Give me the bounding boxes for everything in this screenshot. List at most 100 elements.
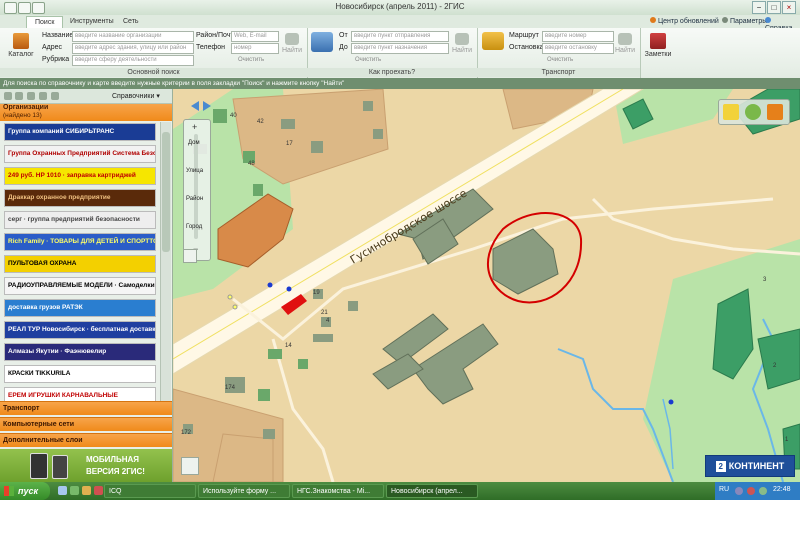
ad-banner[interactable]: Алмазы Якутии · Фаэнювелир	[4, 343, 156, 361]
binoculars-icon	[455, 33, 469, 45]
ad-list-scrollbar[interactable]	[160, 122, 171, 407]
ribbon-tabs: Поиск Инструменты Сеть Центр обновлений …	[0, 15, 800, 32]
quicklaunch-icon[interactable]	[70, 486, 79, 495]
notes-button[interactable]: Заметки	[644, 31, 672, 58]
building-small	[373, 129, 383, 139]
windows-logo-icon	[4, 486, 14, 496]
find-transport-button[interactable]: Найти	[613, 31, 637, 54]
route-from-input[interactable]: введите пункт отправления	[351, 31, 449, 42]
zoom-level-house[interactable]: Дом	[188, 140, 200, 146]
zoom-level-street[interactable]: Улица	[186, 168, 203, 174]
phone-input[interactable]: номер	[231, 43, 279, 54]
hint-strip: Для поиска по справочнику и карте введит…	[0, 78, 800, 89]
directories-dropdown-label: Справочники	[112, 93, 155, 100]
find-button[interactable]: Найти	[280, 31, 304, 54]
marker-icon	[232, 304, 238, 310]
settings-link[interactable]: Параметры	[722, 17, 767, 25]
map-center-icon[interactable]	[181, 457, 199, 475]
route-number-input[interactable]: введите номер	[542, 31, 614, 42]
ad-banner[interactable]: Группа Охранных Предприятий Система Безо…	[4, 145, 156, 163]
phones-icon	[30, 453, 48, 479]
tab-network[interactable]: Сеть	[115, 16, 147, 28]
start-button[interactable]: пуск	[0, 482, 50, 500]
layers-icon[interactable]	[767, 104, 783, 120]
forward-icon[interactable]	[15, 92, 23, 100]
address-input[interactable]: введите адрес здания, улицу или район	[72, 43, 194, 54]
stop-input[interactable]: введите остановку	[542, 43, 614, 54]
search-magnifier-icon[interactable]	[183, 249, 197, 263]
arrow-right-icon[interactable]	[203, 101, 211, 111]
gear-icon	[722, 17, 728, 23]
task-browser[interactable]: Используйте форму ...	[198, 484, 290, 498]
map-canvas[interactable]: Гусинобродское шоссе 40 42 17 48 19 21 4…	[173, 89, 800, 482]
map-nav-arrows[interactable]	[191, 101, 211, 113]
ad-banner[interactable]: ПУЛЬТОВАЯ ОХРАНА	[4, 255, 156, 273]
zoom-in-icon[interactable]: +	[192, 122, 197, 132]
organizations-header[interactable]: Организации (найдено 13)	[0, 104, 172, 121]
quicklaunch-icon[interactable]	[58, 486, 67, 495]
web-input[interactable]: Web, E-mail	[231, 31, 279, 42]
ad-banner[interactable]: РАДИОУПРАВЛЯЕМЫЕ МОДЕЛИ · Самоделкин	[4, 277, 156, 295]
building-small	[263, 429, 275, 439]
tab-tools[interactable]: Инструменты	[62, 16, 122, 28]
taskbar: пуск ICQ Используйте форму ... НГС.Знако…	[0, 482, 800, 500]
directories-dropdown[interactable]: Справочники ▾	[112, 92, 160, 100]
ad-banner[interactable]: Группа компаний СИБИРЬТРАНС	[4, 123, 156, 141]
clear-transport-button[interactable]: Очистить	[547, 57, 573, 63]
find-route-button[interactable]: Найти	[450, 31, 474, 54]
scrollbar-thumb[interactable]	[162, 132, 170, 252]
task-icq[interactable]: ICQ	[104, 484, 196, 498]
task-ngs[interactable]: НГС.Знакомства - Mi...	[292, 484, 384, 498]
tray-icon[interactable]	[735, 487, 743, 495]
close-button[interactable]: ×	[782, 1, 796, 14]
ruler-icon[interactable]	[723, 104, 739, 120]
building-number: 21	[321, 310, 328, 316]
maximize-button[interactable]: □	[767, 1, 781, 14]
map-view[interactable]: Гусинобродское шоссе 40 42 17 48 19 21 4…	[173, 89, 800, 482]
updates-link[interactable]: Центр обновлений	[650, 17, 719, 25]
ad-banner[interactable]: 249 руб. HP 1010 · заправка картриджей	[4, 167, 156, 185]
ad-banner[interactable]: доставка грузов РАТЭК	[4, 299, 156, 317]
name-input[interactable]: введите название организации	[72, 31, 194, 42]
clear-route-button[interactable]: Очистить	[355, 57, 381, 63]
language-indicator[interactable]: RU	[719, 486, 729, 493]
building-small	[253, 184, 263, 196]
transport-group-label: Транспорт	[477, 68, 640, 77]
section-computer-networks[interactable]: Компьютерные сети	[0, 417, 172, 431]
back-icon[interactable]	[4, 92, 12, 100]
ad-banner[interactable]: серг · группа предприятий безопасности	[4, 211, 156, 229]
mobile-version-banner[interactable]: МОБИЛЬНАЯ ВЕРСИЯ 2ГИС!	[0, 449, 172, 482]
ad-banner[interactable]: РЕАЛ ТУР Новосибирск · бесплатная достав…	[4, 321, 156, 339]
save-icon[interactable]	[51, 92, 59, 100]
ad-banner[interactable]: Драккар охранное предприятие	[4, 189, 156, 207]
arrow-left-icon[interactable]	[191, 101, 199, 111]
home-icon[interactable]	[27, 92, 35, 100]
quicklaunch-icon[interactable]	[94, 486, 103, 495]
zoom-level-city[interactable]: Город	[186, 224, 202, 230]
continent-brand-mark: 2	[715, 461, 726, 472]
ribbon: Каталог Название Адрес Рубрика введите н…	[0, 28, 800, 79]
building-number: 172	[181, 430, 192, 436]
section-extra-layers[interactable]: Дополнительные слои	[0, 433, 172, 447]
tray-icon[interactable]	[759, 487, 767, 495]
section-transport[interactable]: Транспорт	[0, 401, 172, 415]
quicklaunch-icon[interactable]	[82, 486, 91, 495]
tray-icon[interactable]	[747, 487, 755, 495]
zoom-level-district[interactable]: Район	[186, 196, 203, 202]
minimize-button[interactable]: −	[752, 1, 766, 14]
clear-search-button[interactable]: Очистить	[238, 57, 264, 63]
rubric-input[interactable]: введите сферу деятельности	[72, 55, 194, 66]
ad-banner[interactable]: КРАСКИ TIKKURILA	[4, 365, 156, 383]
catalog-button[interactable]: Каталог	[6, 31, 36, 58]
compass-icon[interactable]	[745, 104, 761, 120]
task-2gis[interactable]: Новосибирск (апрел...	[386, 484, 478, 498]
organizations-count: (найдено 13)	[3, 112, 42, 119]
ad-banner[interactable]: Rich Family · ТОВАРЫ ДЛЯ ДЕТЕЙ И СПОРТТО…	[4, 233, 156, 251]
binoculars-icon	[285, 33, 299, 45]
settings-label: Параметры	[729, 18, 768, 25]
building-small	[258, 389, 270, 401]
zoom-control[interactable]: + Дом Улица Район Город −	[183, 119, 211, 261]
blank-area	[0, 500, 800, 540]
print-icon[interactable]	[39, 92, 47, 100]
route-to-input[interactable]: введите пункт назначения	[351, 43, 449, 54]
